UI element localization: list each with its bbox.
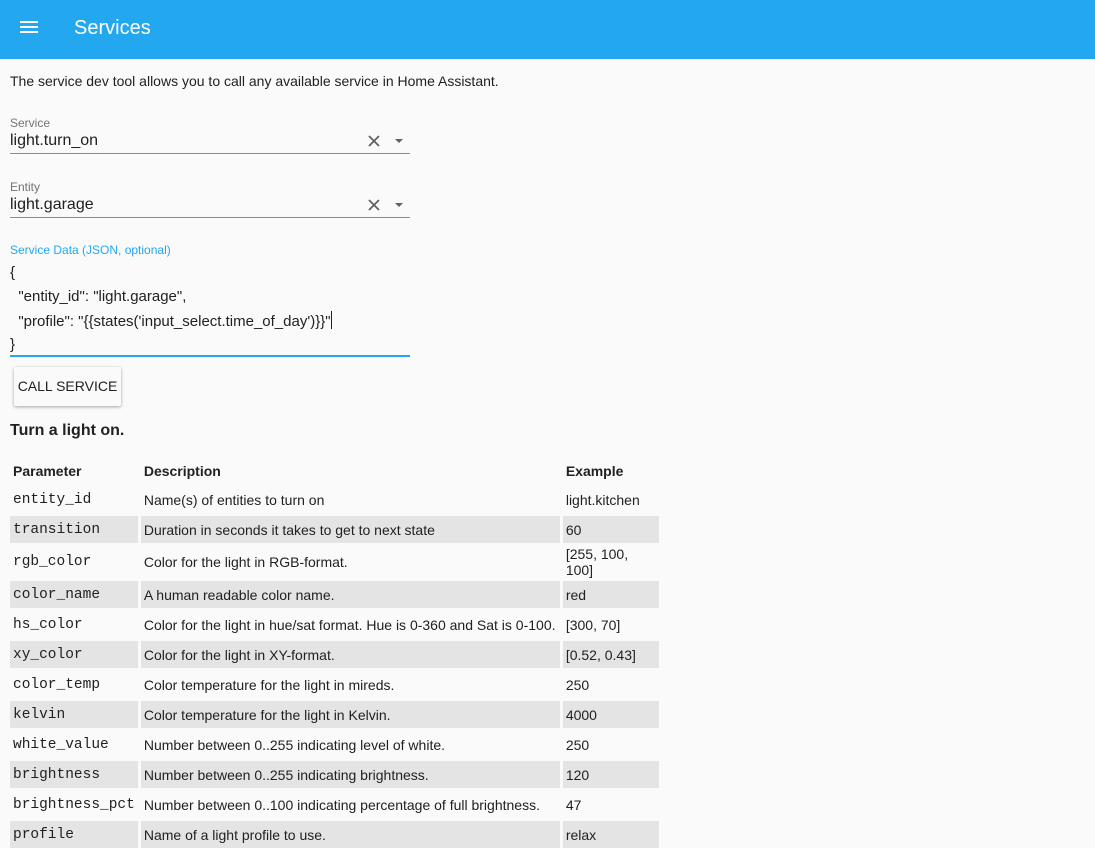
description-cell: Name(s) of entities to turn on [140, 483, 560, 513]
service-dropdown-icon[interactable] [392, 134, 406, 148]
example-cell: 60 [562, 513, 659, 543]
description-cell: Color temperature for the light in Kelvi… [140, 698, 560, 728]
parameter-cell: xy_color [10, 638, 138, 668]
header-example: Example [565, 463, 624, 479]
parameter-cell: color_name [10, 578, 138, 608]
description-cell: Name of a light profile to use. [140, 818, 560, 848]
example-cell: 47 [562, 788, 659, 818]
example-cell: 250 [562, 728, 659, 758]
example-cell: [300, 70] [562, 608, 659, 638]
example-cell: red [562, 578, 659, 608]
description-cell: Color for the light in hue/sat format. H… [140, 608, 560, 638]
description-cell: Color temperature for the light in mired… [140, 668, 560, 698]
table-row: profile Name of a light profile to use. re… [10, 818, 659, 848]
service-field-label: Service [10, 116, 51, 130]
example-cell: 120 [562, 758, 659, 788]
table-row: transition Duration in seconds it takes t… [10, 513, 659, 543]
entity-dropdown-icon[interactable] [392, 198, 406, 212]
json-line: { [10, 264, 16, 281]
description-cell: A human readable color name. [140, 578, 560, 608]
parameters-table: Parameter Description Example entity_id N… [7, 459, 662, 848]
parameter-cell: kelvin [10, 698, 138, 728]
service-input[interactable]: light.turn_on [10, 131, 98, 151]
parameter-cell: rgb_color [10, 543, 138, 578]
table-row: hs_color Color for the light in hue/sat f… [10, 608, 659, 638]
description-cell: Number between 0..255 indicating level o… [140, 728, 560, 758]
hamburger-menu-icon[interactable] [18, 17, 42, 41]
app-toolbar: Services [0, 0, 1095, 59]
clear-service-icon[interactable] [366, 133, 382, 149]
parameter-cell: hs_color [10, 608, 138, 638]
description-cell: Number between 0..100 indicating percent… [140, 788, 560, 818]
entity-field-label: Entity [10, 180, 41, 194]
parameter-cell: brightness [10, 758, 138, 788]
service-description-title: Turn a light on. [10, 422, 125, 439]
json-line: "entity_id": "light.garage", [10, 288, 187, 305]
description-cell: Duration in seconds it takes to get to n… [140, 513, 560, 543]
example-cell: 4000 [562, 698, 659, 728]
json-line: } [10, 336, 16, 353]
description-cell: Color for the light in RGB-format. [140, 543, 560, 578]
text-cursor [330, 311, 332, 329]
description-cell: Number between 0..255 indicating brightn… [140, 758, 560, 788]
example-cell: 250 [562, 668, 659, 698]
example-cell: [0.52, 0.43] [562, 638, 659, 668]
table-row: white_value Number between 0..255 indicat… [10, 728, 659, 758]
service-field[interactable]: Service light.turn_on [10, 116, 410, 154]
table-row: brightness_pct Number between 0..100 indi… [10, 788, 659, 818]
parameter-cell: color_temp [10, 668, 138, 698]
service-data-label: Service Data (JSON, optional) [10, 243, 171, 257]
service-data-textarea[interactable]: { "entity_id": "light.garage", "profile"… [10, 261, 410, 357]
table-row: color_name A human readable color name. re… [10, 578, 659, 608]
table-row: rgb_color Color for the light in RGB-form… [10, 543, 659, 578]
table-row: kelvin Color temperature for the light in… [10, 698, 659, 728]
table-row: entity_id Name(s) of entities to turn on l… [10, 483, 659, 513]
example-cell: light.kitchen [562, 483, 659, 513]
header-parameter: Parameter [13, 463, 82, 479]
call-service-button[interactable]: CALL SERVICE [14, 367, 121, 406]
description-cell: Color for the light in XY-format. [140, 638, 560, 668]
table-header-row: Parameter Description Example [10, 459, 659, 483]
entity-input[interactable]: light.garage [10, 195, 94, 215]
clear-entity-icon[interactable] [366, 197, 382, 213]
parameter-cell: white_value [10, 728, 138, 758]
header-description: Description [143, 463, 221, 479]
example-cell: relax [562, 818, 659, 848]
parameter-cell: profile [10, 818, 138, 848]
parameter-cell: entity_id [10, 483, 138, 513]
parameter-cell: transition [10, 513, 138, 543]
intro-text: The service dev tool allows you to call … [10, 73, 499, 89]
json-line: "profile": "{{states('input_select.time_… [10, 311, 332, 330]
parameter-cell: brightness_pct [10, 788, 138, 818]
entity-field[interactable]: Entity light.garage [10, 180, 410, 218]
table-row: color_temp Color temperature for the ligh… [10, 668, 659, 698]
page-title: Services [74, 17, 151, 39]
table-row: xy_color Color for the light in XY-format… [10, 638, 659, 668]
table-row: brightness Number between 0..255 indicati… [10, 758, 659, 788]
example-cell: [255, 100, 100] [562, 543, 659, 578]
